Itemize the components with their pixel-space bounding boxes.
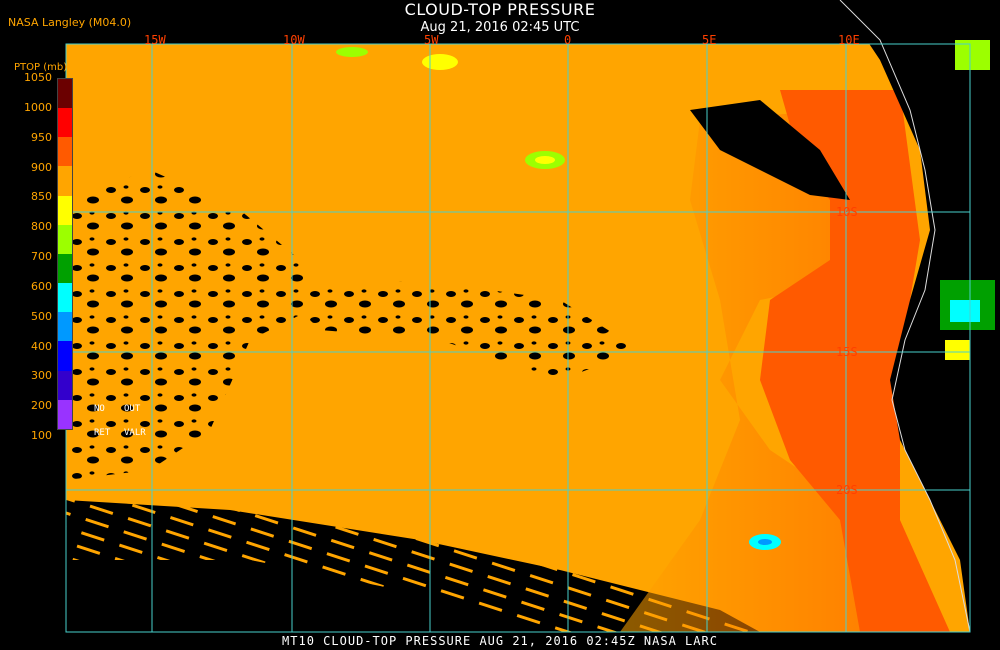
legend-tick-label: 850 [31,190,52,204]
legend-tick-label: 300 [31,369,52,383]
legend-tick-label: 400 [31,339,52,353]
legend-color-swatch [58,224,72,254]
legend-tick-label: 700 [31,250,52,263]
legend-color-swatch [58,166,72,196]
legend-color-swatch [58,341,72,371]
legend-tick-label: 500 [31,309,52,323]
lon-label-10e: 10E [838,33,860,47]
legend-valr-label: VALR [124,428,146,438]
footer-caption: MT10 CLOUD-TOP PRESSURE AUG 21, 2016 02:… [282,634,718,648]
legend-tick-label: 950 [31,130,52,144]
legend-ret-label: RET [94,428,111,438]
legend-color-swatch [58,370,72,400]
legend-color-swatch [58,79,72,109]
legend-tick-label: 100 [31,429,52,442]
legend-tick-label: 900 [31,160,52,174]
legend-tick-label: 800 [31,220,52,234]
legend-color-swatch [58,399,72,429]
legend-color-swatch [58,108,72,138]
lon-label-0: 0 [564,33,572,47]
legend-color-swatch [58,283,72,313]
legend-color-swatch [58,253,72,284]
lon-label-5w: 5W [424,33,439,47]
legend-color-swatch [58,195,72,225]
legend-out-label: OUT [124,404,141,414]
lat-label-15s: 15S [836,345,858,359]
legend-color-swatch [58,137,72,167]
legend-color-swatch [58,312,72,342]
lon-label-15w: 15W [144,33,166,47]
legend-tick-label: 200 [31,399,52,413]
satellite-map [0,0,1000,633]
color-scale-bar [57,78,73,430]
legend-tick-label: 1050 [24,71,52,84]
lon-label-5e: 5E [702,33,717,47]
legend-no-label: NO [94,404,105,414]
lat-label-20s: 20S [836,483,858,497]
legend-tick-label: 600 [31,279,52,293]
lon-label-10w: 10W [283,33,305,47]
lat-label-10s: 10S [836,205,858,219]
legend-tick-label: 1000 [24,100,52,114]
